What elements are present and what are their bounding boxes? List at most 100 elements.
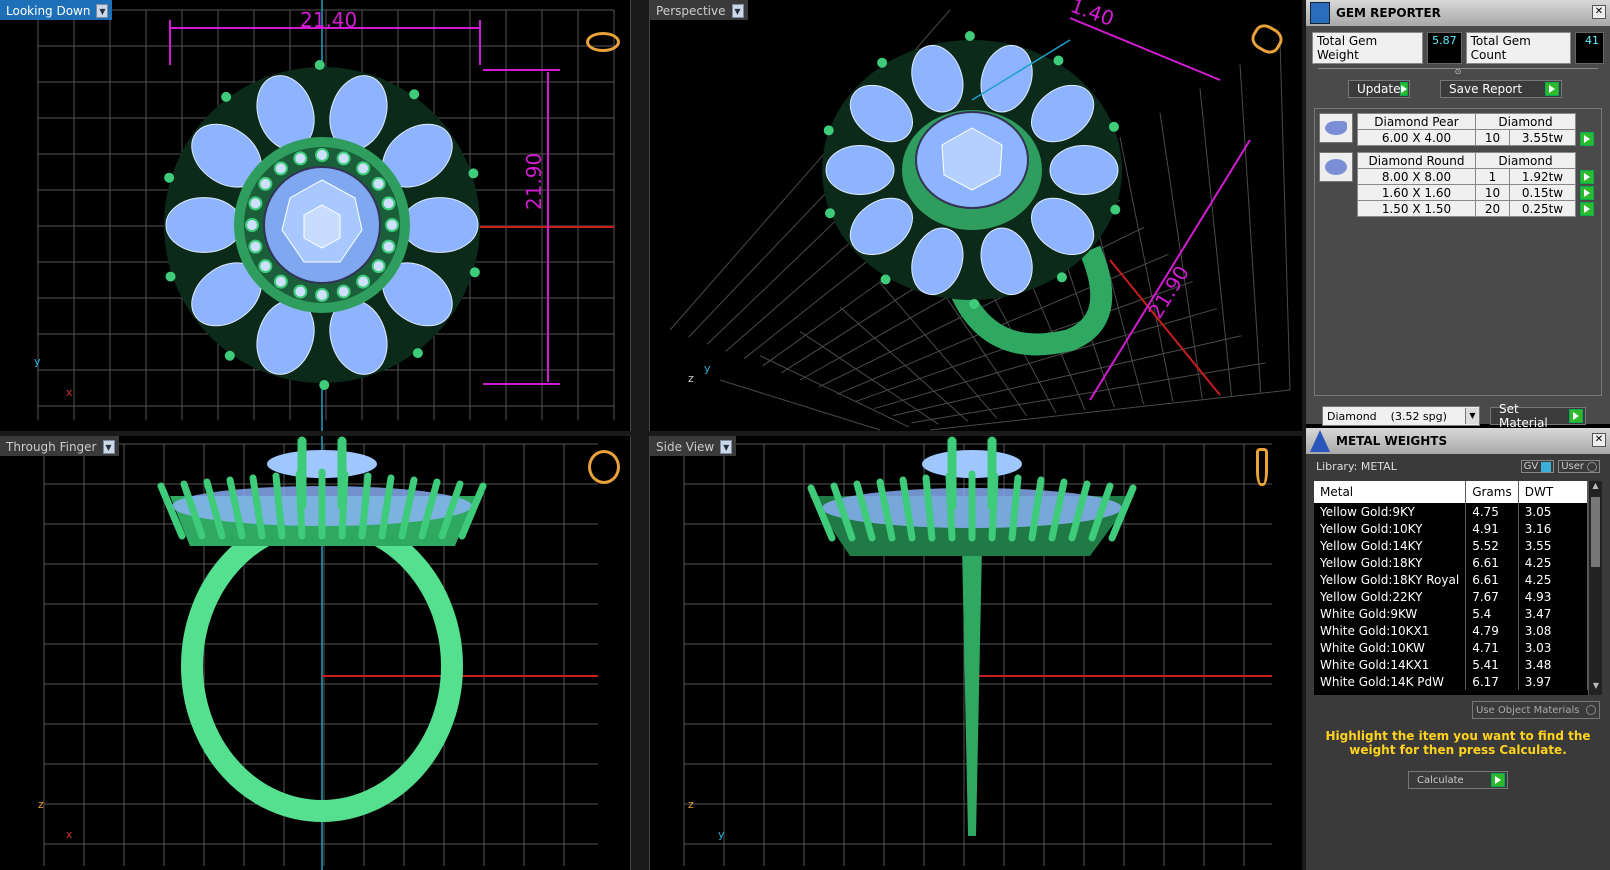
column-header-dwt[interactable]: DWT — [1518, 481, 1589, 503]
table-row[interactable]: Yellow Gold:18KY Royal 6.61 4.25 — [1314, 571, 1589, 588]
gem-size: 6.00 X 4.00 — [1357, 129, 1476, 146]
radio-icon — [1586, 705, 1596, 715]
viewport-label[interactable]: Side View ▼ — [650, 436, 737, 456]
metal-name: White Gold:14KX1 — [1314, 656, 1467, 673]
material-select[interactable]: Diamond (3.52 spg) ▼ — [1322, 406, 1480, 426]
gem-reporter-panel: GEM REPORTER ✕ Total Gem Weight 5.87 Tot… — [1306, 0, 1610, 430]
table-row[interactable]: Yellow Gold:9KY 4.75 3.05 — [1314, 503, 1589, 520]
chevron-down-icon[interactable]: ▼ — [102, 440, 115, 454]
column-header-grams[interactable]: Grams — [1465, 481, 1519, 503]
table-row[interactable]: Yellow Gold:22KY 7.67 4.93 — [1314, 588, 1589, 605]
viewport-label[interactable]: Looking Down ▼ — [0, 0, 113, 20]
dwt-value: 3.03 — [1518, 639, 1589, 656]
perspective-scene — [669, 9, 1291, 431]
axis-y-label: y — [34, 355, 41, 368]
play-icon[interactable] — [1580, 170, 1594, 184]
viewport-perspective[interactable]: Perspective ▼ 1.40 21.90 z y — [650, 0, 1302, 431]
gem-shape: Diamond Round — [1357, 152, 1476, 169]
grams-value: 4.71 — [1465, 639, 1519, 656]
metal-weights-panel: METAL WEIGHTS ✕ Library: METAL GV User M… — [1306, 428, 1610, 870]
metal-table: Metal Grams DWT Yellow Gold:9KY 4.75 3.05 Y… — [1314, 481, 1589, 690]
gem-shape: Diamond Pear — [1357, 113, 1476, 130]
material-select-value: Diamond (3.52 spg) — [1327, 409, 1447, 423]
gem-reporter-titlebar[interactable]: GEM REPORTER ✕ — [1306, 0, 1610, 26]
gem-group-pear[interactable]: Diamond Pear Diamond 6.00 X 4.00 10 3.55tw — [1319, 113, 1597, 146]
grams-value: 4.79 — [1465, 622, 1519, 639]
chevron-down-icon[interactable]: ▼ — [1589, 681, 1602, 695]
gv-toggle[interactable]: GV — [1520, 460, 1555, 473]
pyramid-icon — [1310, 430, 1330, 452]
play-icon[interactable] — [1580, 132, 1594, 146]
viewport-label-text: Through Finger — [6, 440, 97, 454]
grams-value: 6.61 — [1465, 554, 1519, 571]
set-material-button[interactable]: Set Material — [1490, 402, 1586, 430]
gem-count: 10 — [1475, 184, 1510, 201]
close-icon[interactable]: ✕ — [1592, 5, 1606, 19]
panel-title: METAL WEIGHTS — [1336, 434, 1448, 448]
use-object-materials-toggle[interactable]: Use Object Materials — [1472, 701, 1600, 719]
table-row[interactable]: Yellow Gold:10KY 4.91 3.16 — [1314, 520, 1589, 537]
gem-count: 1 — [1475, 168, 1510, 185]
table-row[interactable]: White Gold:10KW 4.71 3.03 — [1314, 639, 1589, 656]
play-icon — [1545, 82, 1559, 96]
dwt-value: 4.93 — [1518, 588, 1589, 605]
scrollbar-thumb[interactable] — [1591, 497, 1600, 567]
gem-group-round[interactable]: Diamond Round Diamond 8.00 X 8.00 1 1.92tw … — [1319, 152, 1597, 217]
viewport-label-text: Side View — [656, 440, 715, 454]
axis-y-label: y — [718, 828, 725, 841]
user-toggle[interactable]: User — [1558, 460, 1600, 473]
viewport-looking-down[interactable]: Looking Down ▼ 21.40 21.90 y x — [0, 0, 630, 431]
viewport-label[interactable]: Through Finger ▼ — [0, 436, 119, 456]
gem-weight: 3.55tw — [1509, 129, 1576, 146]
gem-row[interactable]: 6.00 X 4.00 10 3.55tw — [1357, 129, 1576, 146]
metal-weights-titlebar[interactable]: METAL WEIGHTS ✕ — [1306, 428, 1610, 454]
column-header-metal[interactable]: Metal — [1314, 481, 1467, 503]
finger-view-scene — [43, 436, 598, 870]
viewport-through-finger[interactable]: Through Finger ▼ z x — [0, 436, 630, 870]
table-row[interactable]: White Gold:14KX1 5.41 3.48 — [1314, 656, 1589, 673]
pear-gem-table: Diamond Pear Diamond 6.00 X 4.00 10 3.55tw — [1357, 113, 1576, 146]
gem-row[interactable]: 8.00 X 8.00 1 1.92tw — [1357, 168, 1576, 185]
gem-row[interactable]: 1.60 X 1.60 10 0.15tw — [1357, 184, 1576, 201]
close-icon[interactable]: ✕ — [1592, 433, 1606, 447]
round-gem-table: Diamond Round Diamond 8.00 X 8.00 1 1.92tw … — [1357, 152, 1576, 217]
metal-name: White Gold:14K PdW — [1314, 673, 1467, 690]
save-report-button[interactable]: Save Report — [1440, 80, 1562, 98]
viewport-label[interactable]: Perspective ▼ — [650, 0, 748, 20]
ring-top-render — [164, 60, 480, 390]
metal-table-scrollbar[interactable]: ▲ ▼ — [1588, 481, 1602, 695]
total-gem-count-label: Total Gem Count — [1465, 32, 1571, 64]
chevron-down-icon[interactable]: ▼ — [96, 4, 109, 18]
calculate-hint: Highlight the item you want to find the … — [1325, 729, 1591, 757]
gem-row[interactable]: 1.50 X 1.50 20 0.25tw — [1357, 200, 1576, 217]
gem-weight: 0.15tw — [1509, 184, 1576, 201]
gem-list: Diamond Pear Diamond 6.00 X 4.00 10 3.55tw … — [1314, 108, 1602, 396]
grams-value: 7.67 — [1465, 588, 1519, 605]
gem-weight: 0.25tw — [1509, 200, 1576, 217]
table-row[interactable]: White Gold:10KX1 4.79 3.08 — [1314, 622, 1589, 639]
calculate-button[interactable]: Calculate — [1408, 771, 1508, 789]
totals-row: Total Gem Weight 5.87 Total Gem Count 41 — [1306, 26, 1610, 64]
table-row[interactable]: Yellow Gold:18KY 6.61 4.25 — [1314, 554, 1589, 571]
table-row[interactable]: White Gold:9KW 5.4 3.47 — [1314, 605, 1589, 622]
ring-orientation-icon — [588, 450, 620, 484]
metal-name: Yellow Gold:18KY — [1314, 554, 1467, 571]
chevron-down-icon[interactable]: ▼ — [731, 4, 744, 18]
gem-size: 1.60 X 1.60 — [1357, 184, 1476, 201]
play-icon[interactable] — [1580, 186, 1594, 200]
metal-name: Yellow Gold:22KY — [1314, 588, 1467, 605]
update-button-label: Update — [1357, 82, 1401, 96]
table-row[interactable]: White Gold:14K PdW 6.17 3.97 — [1314, 673, 1589, 690]
table-row[interactable]: Yellow Gold:14KY 5.52 3.55 — [1314, 537, 1589, 554]
collapse-handle[interactable]: ⊙ — [1318, 68, 1598, 76]
viewport-side-view[interactable]: Side View ▼ z y — [650, 436, 1302, 870]
play-icon — [1569, 409, 1583, 423]
chevron-down-icon[interactable]: ▼ — [720, 440, 733, 454]
viewport-label-text: Perspective — [656, 4, 726, 18]
update-button[interactable]: Update — [1348, 80, 1410, 98]
chevron-up-icon[interactable]: ▲ — [1589, 481, 1602, 495]
total-gem-weight-label: Total Gem Weight — [1312, 32, 1424, 64]
metal-name: Yellow Gold:10KY — [1314, 520, 1467, 537]
calculate-button-label: Calculate — [1417, 774, 1464, 786]
play-icon[interactable] — [1580, 202, 1594, 216]
